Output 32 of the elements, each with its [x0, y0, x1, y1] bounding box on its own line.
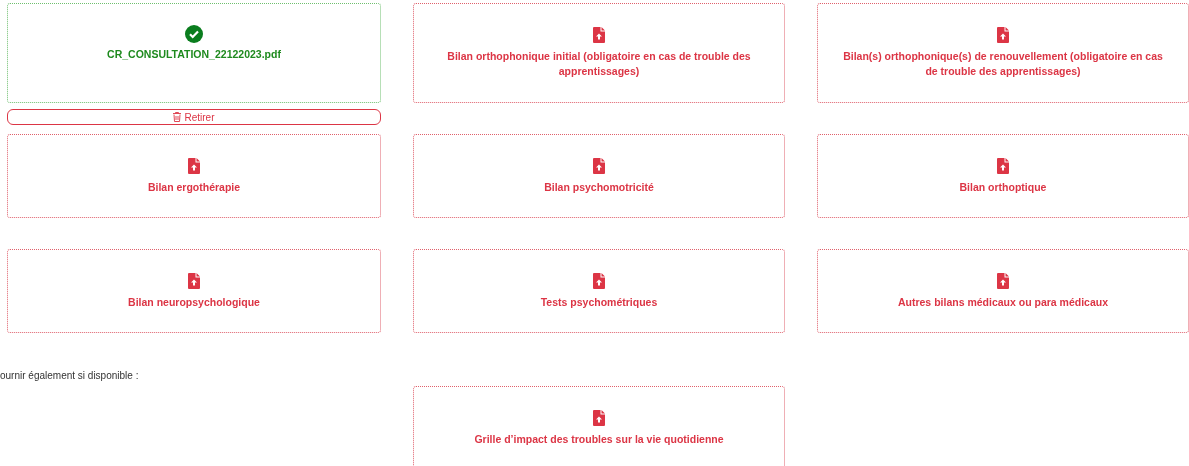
- file-upload-icon: [997, 27, 1009, 43]
- upload-dropzone[interactable]: Bilan orthophonique initial (obligatoire en cas de trouble des apprentissages): [413, 3, 785, 103]
- document-label: Bilan(s) orthophonique(s) de renouvellement (obligatoire en cas de trouble des apprentissages): [842, 49, 1164, 79]
- file-upload-icon: [997, 272, 1009, 289]
- file-upload-icon: [593, 409, 605, 426]
- document-label: Bilan orthophonique initial (obligatoire en cas de trouble des apprentissages): [446, 49, 752, 79]
- upload-dropzone[interactable]: Bilan psychomotricité: [413, 134, 785, 218]
- file-upload-icon: [188, 272, 200, 289]
- remove-button[interactable]: Retirer: [7, 109, 381, 125]
- check-circle-icon: [185, 25, 203, 43]
- file-upload-icon: [188, 157, 200, 174]
- file-upload-icon: [593, 157, 605, 174]
- document-label: Tests psychométriques: [540, 294, 658, 310]
- document-label: Bilan psychomotricité: [544, 179, 654, 195]
- file-name: CR_CONSULTATION_22122023.pdf: [107, 47, 281, 62]
- file-upload-icon: [593, 27, 605, 43]
- upload-dropzone[interactable]: Autres bilans médicaux ou para médicaux: [817, 249, 1189, 333]
- upload-dropzone[interactable]: Tests psychométriques: [413, 249, 785, 333]
- document-label: Grille d’impact des troubles sur la vie quotidienne: [474, 431, 724, 447]
- section-note: ournir également si disponible :: [0, 368, 140, 383]
- document-label: Autres bilans médicaux ou para médicaux: [897, 294, 1109, 310]
- file-upload-icon: [593, 272, 605, 289]
- file-upload-icon: [997, 157, 1009, 174]
- upload-dropzone[interactable]: Bilan neuropsychologique: [7, 249, 381, 333]
- document-label: Bilan neuropsychologique: [128, 294, 260, 310]
- upload-dropzone[interactable]: Bilan ergothérapie: [7, 134, 381, 218]
- upload-dropzone[interactable]: Bilan orthoptique: [817, 134, 1189, 218]
- upload-dropzone[interactable]: Grille d’impact des troubles sur la vie quotidienne: [413, 386, 785, 466]
- trash-icon: [173, 112, 182, 122]
- upload-dropzone[interactable]: Bilan(s) orthophonique(s) de renouvellement (obligatoire en cas de trouble des apprentissages): [817, 3, 1189, 103]
- document-label: Bilan orthoptique: [959, 179, 1047, 195]
- document-label: Bilan ergothérapie: [147, 179, 241, 195]
